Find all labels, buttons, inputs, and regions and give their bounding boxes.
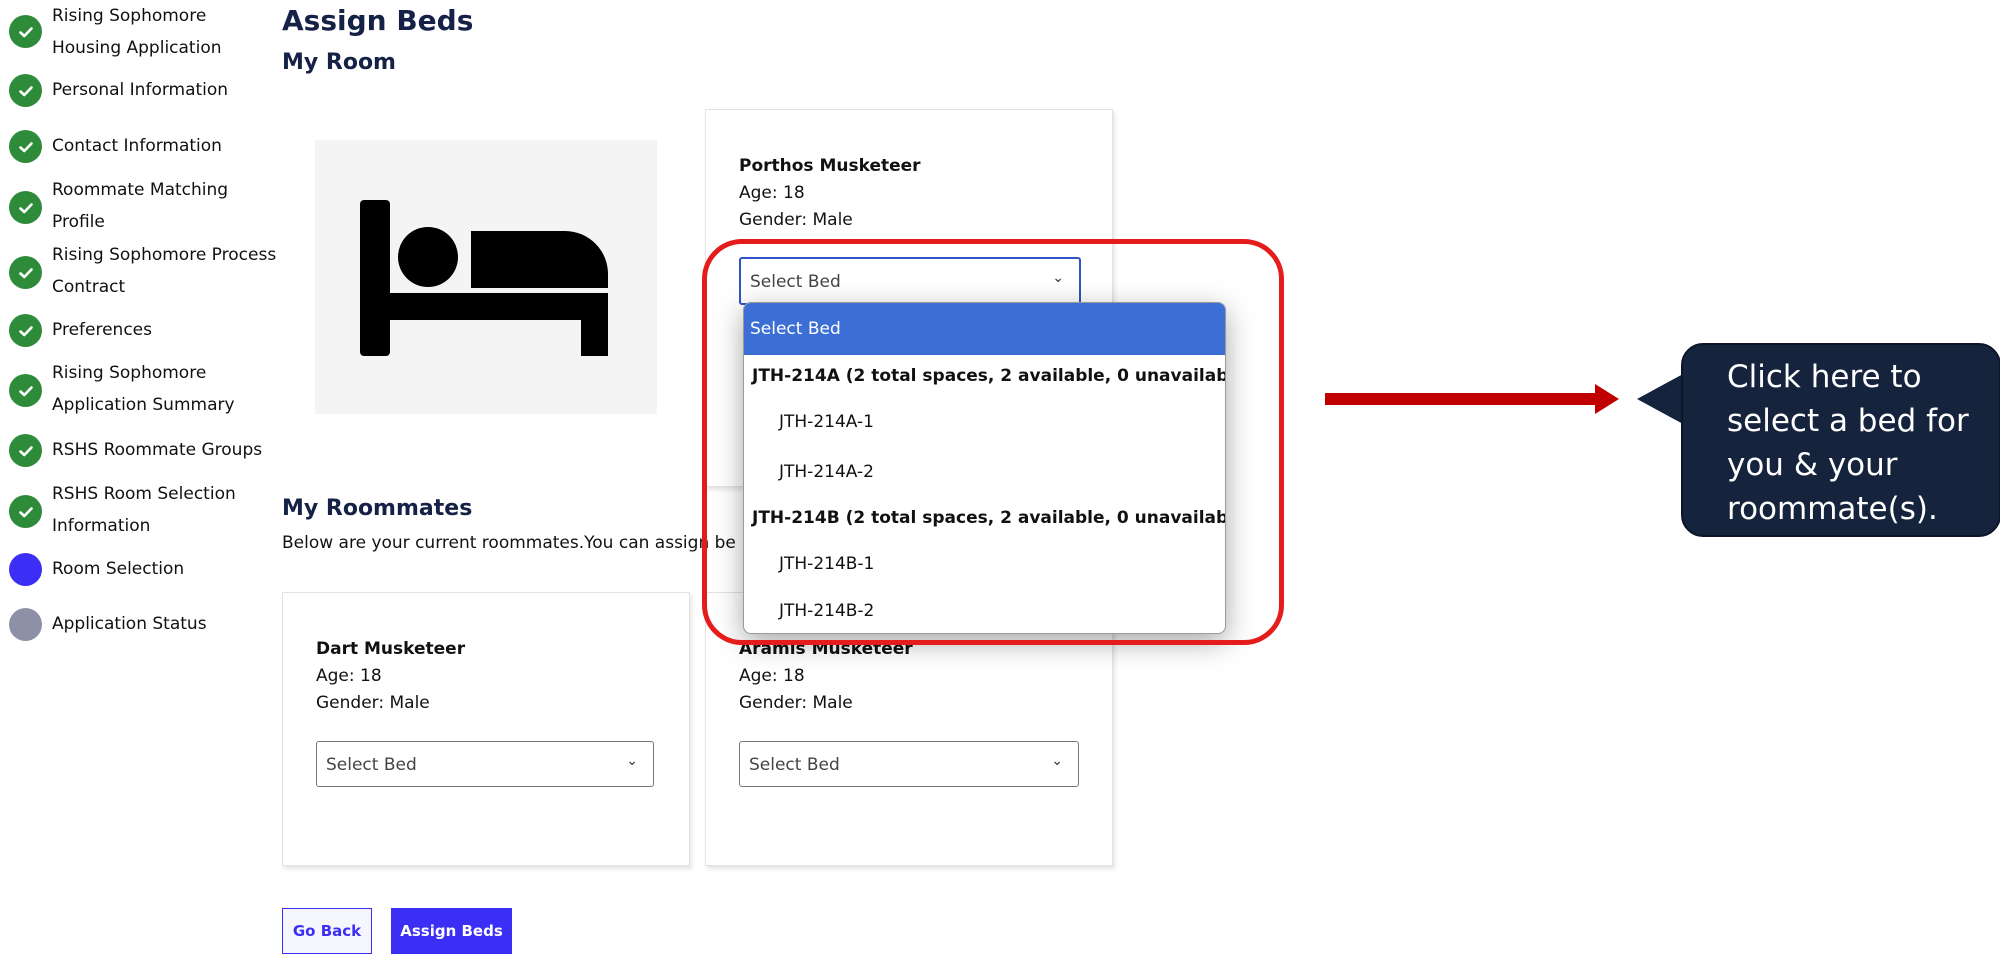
student-gender: Gender: Male — [739, 210, 853, 230]
progress-sidebar: Rising Sophomore Housing Application Per… — [0, 0, 277, 955]
student-age: Age: 18 — [739, 183, 805, 203]
arrow-shaft — [1325, 393, 1595, 405]
roommates-description: Below are your current roommates.You can… — [282, 533, 736, 553]
student-gender: Gender: Male — [739, 693, 853, 713]
check-circle-icon — [9, 130, 42, 163]
check-circle-icon — [9, 74, 42, 107]
pending-step-dot-icon — [9, 608, 42, 641]
callout-text: Click here to select a bed for you & you… — [1727, 359, 1969, 527]
sidebar-step-label: RSHS Roommate Groups — [52, 440, 263, 460]
sidebar-step-label: Personal Information — [52, 80, 229, 100]
my-room-heading: My Room — [282, 50, 396, 75]
sidebar-step-label: Preferences — [52, 320, 152, 340]
sidebar-step-label: Rising Sophomore Application Summary — [52, 363, 235, 415]
check-circle-icon — [9, 256, 42, 289]
student-gender: Gender: Male — [316, 693, 430, 713]
check-circle-icon — [9, 15, 42, 48]
roommate-card: Dart Musketeer Age: 18 Gender: Male Sele… — [282, 592, 690, 866]
callout-tail — [1637, 374, 1683, 424]
student-name: Porthos Musketeer — [739, 156, 921, 176]
student-name: Dart Musketeer — [316, 639, 466, 659]
check-circle-icon — [9, 374, 42, 407]
arrow-right-icon — [1595, 384, 1619, 414]
assign-beds-button[interactable]: Assign Beds — [391, 908, 512, 954]
current-step-dot-icon — [9, 553, 42, 586]
sidebar-step-label: Rising Sophomore Housing Application — [52, 6, 222, 58]
highlight-box — [702, 239, 1284, 645]
sidebar-step-label: Rising Sophomore Process Contract — [52, 245, 277, 297]
bed-select-value: Select Bed — [326, 755, 417, 775]
go-back-button[interactable]: Go Back — [282, 908, 372, 954]
bed-select[interactable]: Select Bed ⌄ — [739, 741, 1079, 787]
student-age: Age: 18 — [739, 666, 805, 686]
chevron-down-icon: ⌄ — [626, 753, 638, 769]
sidebar-step-label: Room Selection — [52, 559, 185, 579]
bed-icon — [360, 200, 608, 356]
instruction-callout: Click here to select a bed for you & you… — [1681, 343, 2000, 537]
sidebar-step-label: Roommate Matching Profile — [52, 180, 229, 232]
student-age: Age: 18 — [316, 666, 382, 686]
chevron-down-icon: ⌄ — [1051, 753, 1063, 769]
page-title: Assign Beds — [282, 4, 474, 37]
check-circle-icon — [9, 495, 42, 528]
bed-select[interactable]: Select Bed ⌄ — [316, 741, 654, 787]
bed-select-value: Select Bed — [749, 755, 840, 775]
sidebar-step-label: Contact Information — [52, 136, 222, 156]
sidebar-step-label: RSHS Room Selection Information — [52, 484, 236, 536]
room-image — [315, 140, 657, 414]
check-circle-icon — [9, 191, 42, 224]
sidebar-step-label: Application Status — [52, 614, 207, 634]
check-circle-icon — [9, 434, 42, 467]
check-circle-icon — [9, 314, 42, 347]
roommates-heading: My Roommates — [282, 496, 473, 521]
